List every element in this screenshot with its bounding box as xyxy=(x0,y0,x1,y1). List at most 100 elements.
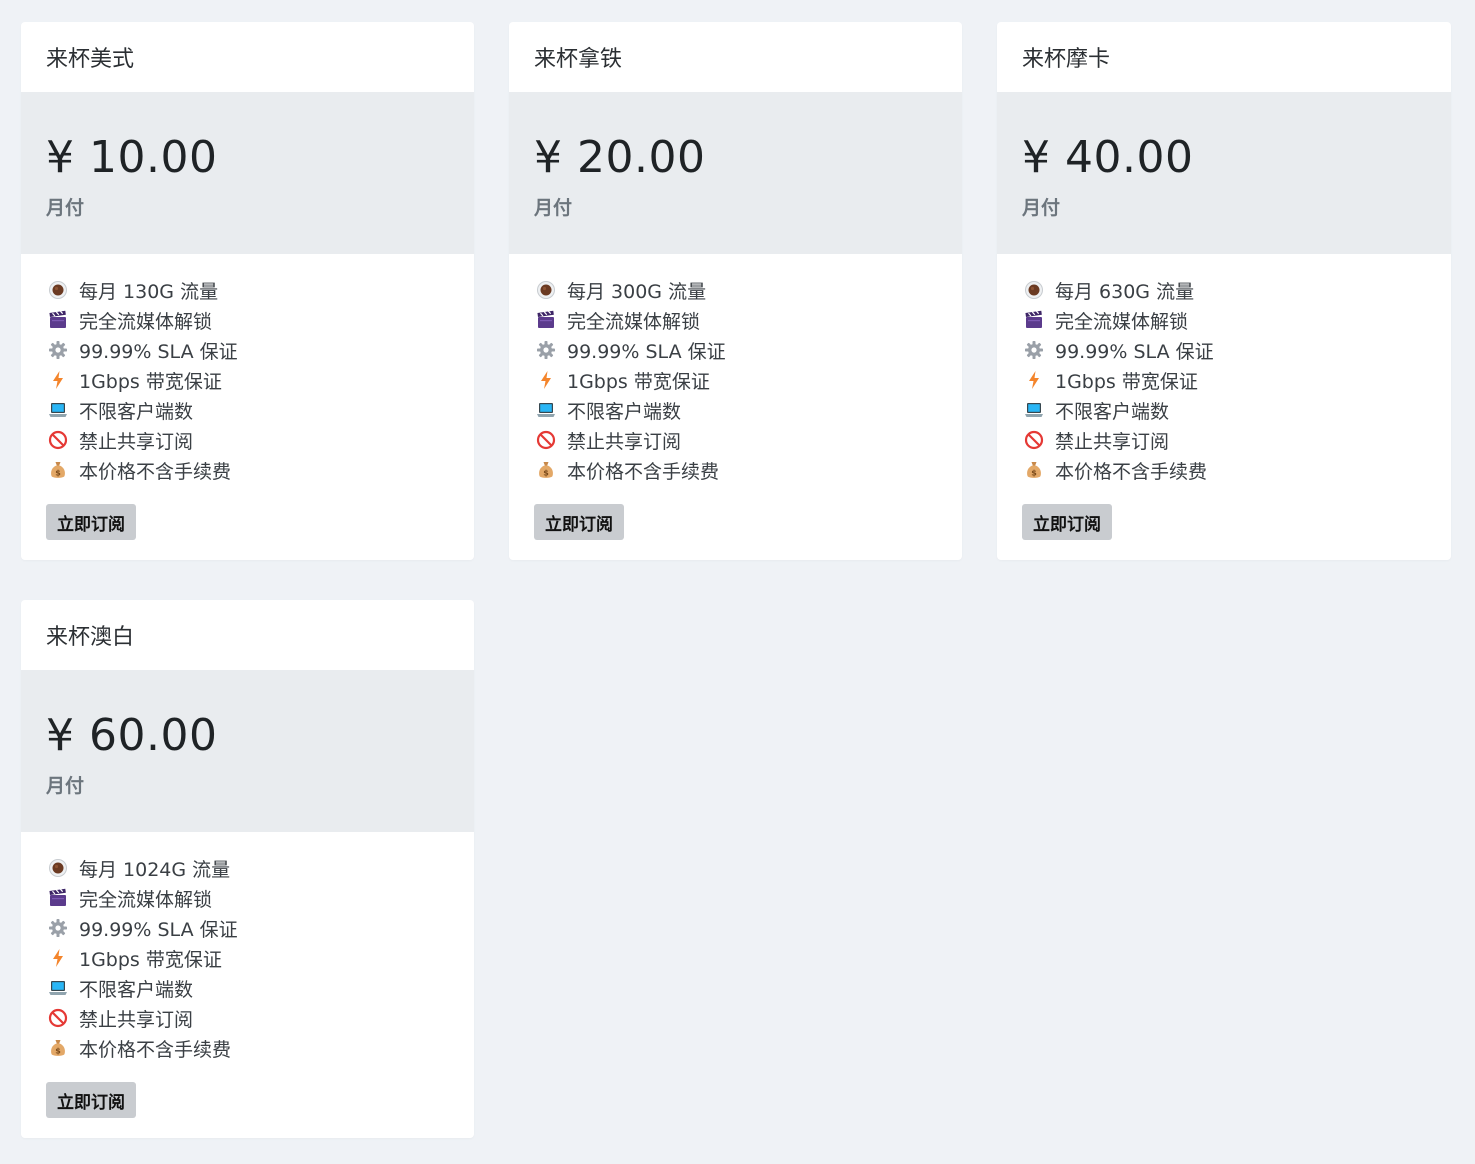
feature-label: 99.99% SLA 保证 xyxy=(567,340,726,363)
plan-card: 来杯拿铁 ¥ 20.00 月付 每月 300G 流量 完全流媒体解锁 99.99% … xyxy=(509,22,962,560)
prohibited-icon xyxy=(46,1007,70,1029)
feature-label: 完全流媒体解锁 xyxy=(79,888,213,911)
subscribe-button[interactable]: 立即订阅 xyxy=(46,504,136,540)
lightning-icon xyxy=(46,947,70,969)
feature-item: $ 本价格不含手续费 xyxy=(534,455,726,485)
plan-title: 来杯摩卡 xyxy=(1022,47,1111,72)
money-bag-icon: $ xyxy=(534,459,558,481)
billing-period: 月付 xyxy=(534,197,573,219)
plan-price: ¥ 20.00 xyxy=(534,132,706,183)
price-band: ¥ 20.00 月付 xyxy=(509,92,962,254)
feature-label: 99.99% SLA 保证 xyxy=(1055,340,1214,363)
feature-label: 99.99% SLA 保证 xyxy=(79,918,238,941)
laptop-icon xyxy=(46,977,70,999)
feature-item: 禁止共享订阅 xyxy=(1022,425,1214,455)
plan-price: ¥ 40.00 xyxy=(1022,132,1194,183)
laptop-icon xyxy=(534,399,558,421)
lightning-icon xyxy=(46,369,70,391)
lightning-icon xyxy=(1022,369,1046,391)
feature-label: 本价格不含手续费 xyxy=(567,460,720,483)
svg-text:$: $ xyxy=(1031,469,1037,478)
feature-list: 每月 630G 流量 完全流媒体解锁 99.99% SLA 保证 1Gbps 带宽保证… xyxy=(1022,275,1214,485)
feature-item: 不限客户端数 xyxy=(1022,395,1214,425)
feature-item: 禁止共享订阅 xyxy=(46,425,238,455)
feature-label: 完全流媒体解锁 xyxy=(1055,310,1189,333)
money-bag-icon: $ xyxy=(46,459,70,481)
price-band: ¥ 10.00 月付 xyxy=(21,92,474,254)
feature-label: 每月 130G 流量 xyxy=(79,280,219,303)
feature-label: 禁止共享订阅 xyxy=(79,430,194,453)
feature-item: 99.99% SLA 保证 xyxy=(46,913,238,943)
subscribe-button[interactable]: 立即订阅 xyxy=(46,1082,136,1118)
feature-item: $ 本价格不含手续费 xyxy=(1022,455,1214,485)
feature-item: 1Gbps 带宽保证 xyxy=(46,943,238,973)
feature-label: 禁止共享订阅 xyxy=(567,430,682,453)
feature-list: 每月 300G 流量 完全流媒体解锁 99.99% SLA 保证 1Gbps 带宽保证… xyxy=(534,275,726,485)
plan-title: 来杯澳白 xyxy=(46,625,135,650)
feature-item: 99.99% SLA 保证 xyxy=(1022,335,1214,365)
feature-label: 1Gbps 带宽保证 xyxy=(1055,370,1198,393)
plan-price: ¥ 10.00 xyxy=(46,132,218,183)
coffee-icon xyxy=(46,857,70,879)
feature-item: 每月 630G 流量 xyxy=(1022,275,1214,305)
clapper-board-icon xyxy=(534,309,558,331)
plan-price: ¥ 60.00 xyxy=(46,710,218,761)
gear-icon xyxy=(1022,339,1046,361)
prohibited-icon xyxy=(534,429,558,451)
clapper-board-icon xyxy=(1022,309,1046,331)
svg-text:$: $ xyxy=(55,1047,61,1056)
billing-period: 月付 xyxy=(1022,197,1061,219)
feature-label: 禁止共享订阅 xyxy=(1055,430,1170,453)
clapper-board-icon xyxy=(46,309,70,331)
feature-item: $ 本价格不含手续费 xyxy=(46,455,238,485)
laptop-icon xyxy=(46,399,70,421)
feature-item: 1Gbps 带宽保证 xyxy=(46,365,238,395)
feature-item: 不限客户端数 xyxy=(534,395,726,425)
gear-icon xyxy=(46,339,70,361)
lightning-icon xyxy=(534,369,558,391)
feature-label: 完全流媒体解锁 xyxy=(567,310,701,333)
feature-label: 1Gbps 带宽保证 xyxy=(79,370,222,393)
feature-item: 每月 130G 流量 xyxy=(46,275,238,305)
feature-item: 99.99% SLA 保证 xyxy=(46,335,238,365)
feature-item: 1Gbps 带宽保证 xyxy=(534,365,726,395)
coffee-icon xyxy=(1022,279,1046,301)
feature-label: 本价格不含手续费 xyxy=(1055,460,1208,483)
feature-item: 完全流媒体解锁 xyxy=(46,883,238,913)
prohibited-icon xyxy=(1022,429,1046,451)
money-bag-icon: $ xyxy=(1022,459,1046,481)
plan-title: 来杯拿铁 xyxy=(534,47,623,72)
clapper-board-icon xyxy=(46,887,70,909)
feature-item: 每月 300G 流量 xyxy=(534,275,726,305)
feature-item: 禁止共享订阅 xyxy=(46,1003,238,1033)
svg-text:$: $ xyxy=(543,469,549,478)
feature-label: 99.99% SLA 保证 xyxy=(79,340,238,363)
coffee-icon xyxy=(46,279,70,301)
prohibited-icon xyxy=(46,429,70,451)
plan-title: 来杯美式 xyxy=(46,47,135,72)
feature-label: 每月 300G 流量 xyxy=(567,280,707,303)
feature-item: 完全流媒体解锁 xyxy=(534,305,726,335)
feature-label: 本价格不含手续费 xyxy=(79,1038,232,1061)
feature-item: 不限客户端数 xyxy=(46,395,238,425)
billing-period: 月付 xyxy=(46,197,85,219)
feature-item: 每月 1024G 流量 xyxy=(46,853,238,883)
feature-label: 1Gbps 带宽保证 xyxy=(567,370,710,393)
plan-card: 来杯澳白 ¥ 60.00 月付 每月 1024G 流量完全流媒体解锁 99.99%… xyxy=(21,600,474,1138)
price-band: ¥ 40.00 月付 xyxy=(997,92,1451,254)
plan-card: 来杯美式 ¥ 10.00 月付 每月 130G 流量 完全流媒体解锁 99.99% … xyxy=(21,22,474,560)
money-bag-icon: $ xyxy=(46,1037,70,1059)
feature-item: 完全流媒体解锁 xyxy=(46,305,238,335)
subscribe-button[interactable]: 立即订阅 xyxy=(1022,504,1112,540)
svg-text:$: $ xyxy=(55,469,61,478)
feature-label: 完全流媒体解锁 xyxy=(79,310,213,333)
gear-icon xyxy=(46,917,70,939)
feature-label: 每月 630G 流量 xyxy=(1055,280,1195,303)
feature-item: 1Gbps 带宽保证 xyxy=(1022,365,1214,395)
feature-list: 每月 130G 流量 完全流媒体解锁 99.99% SLA 保证 1Gbps 带宽保证… xyxy=(46,275,238,485)
price-band: ¥ 60.00 月付 xyxy=(21,670,474,832)
subscribe-button[interactable]: 立即订阅 xyxy=(534,504,624,540)
feature-item: 完全流媒体解锁 xyxy=(1022,305,1214,335)
plan-grid: 来杯美式 ¥ 10.00 月付 每月 130G 流量 完全流媒体解锁 99.99% … xyxy=(21,22,1451,1138)
gear-icon xyxy=(534,339,558,361)
